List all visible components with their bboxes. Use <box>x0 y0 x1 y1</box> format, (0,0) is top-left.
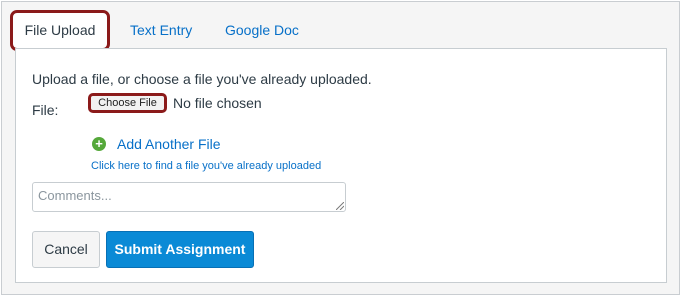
comments-input[interactable] <box>32 182 346 212</box>
find-uploaded-file-link[interactable]: Click here to find a file you've already… <box>91 160 321 172</box>
resize-handle-icon[interactable] <box>336 202 344 210</box>
tab-google-doc[interactable]: Google Doc <box>225 10 299 50</box>
file-label: File: <box>32 102 59 118</box>
cancel-button[interactable]: Cancel <box>32 231 100 268</box>
tab-file-upload[interactable]: File Upload <box>10 10 110 51</box>
add-another-file-label: Add Another File <box>117 136 221 152</box>
choose-file-button[interactable]: Choose File <box>88 93 167 113</box>
plus-circle-icon: + <box>92 137 106 151</box>
no-file-chosen-text: No file chosen <box>173 95 262 111</box>
submit-assignment-button[interactable]: Submit Assignment <box>106 231 254 268</box>
upload-instructions: Upload a file, or choose a file you've a… <box>32 71 372 87</box>
file-upload-panel: Upload a file, or choose a file you've a… <box>15 48 667 283</box>
tab-text-entry[interactable]: Text Entry <box>130 10 192 50</box>
add-another-file-link[interactable]: + Add Another File <box>92 135 221 153</box>
